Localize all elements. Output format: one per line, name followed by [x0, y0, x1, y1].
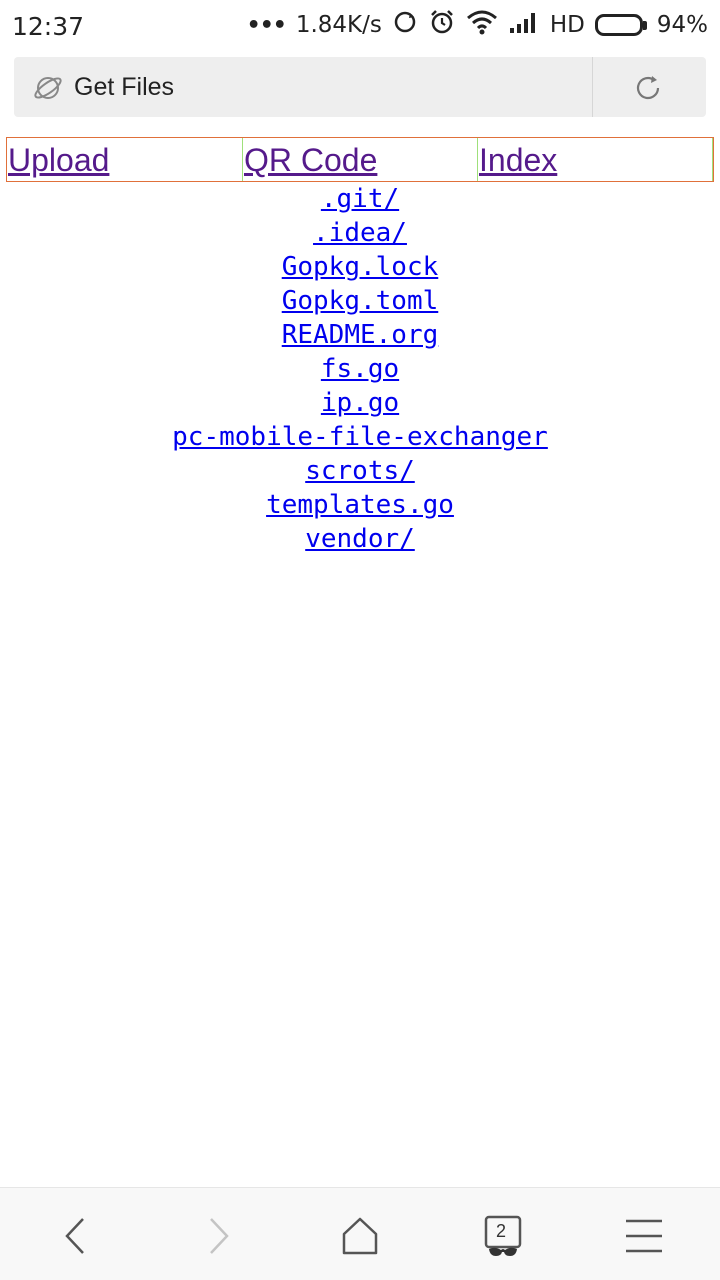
sync-icon: [392, 9, 418, 41]
file-link[interactable]: vendor/: [305, 522, 415, 556]
globe-icon: [34, 74, 62, 102]
divider: [592, 57, 593, 117]
nav-cell-qr-code: QR Code: [242, 138, 477, 181]
battery-percent: 94%: [656, 12, 708, 38]
file-link[interactable]: pc-mobile-file-exchanger: [172, 420, 548, 454]
home-icon[interactable]: [336, 1212, 384, 1260]
file-link[interactable]: templates.go: [266, 488, 454, 522]
wifi-icon: [466, 9, 498, 41]
file-link[interactable]: .git/: [321, 182, 399, 216]
nav-table: Upload QR Code Index: [6, 137, 714, 182]
file-link[interactable]: .idea/: [313, 216, 407, 250]
forward-icon[interactable]: [194, 1212, 242, 1260]
back-icon[interactable]: [52, 1212, 100, 1260]
network-speed: 1.84K/s: [295, 12, 382, 38]
network-type: HD: [549, 12, 585, 38]
signal-icon: [508, 10, 540, 40]
tab-count: 2: [495, 1221, 506, 1241]
file-list: .git/ .idea/ Gopkg.lock Gopkg.toml READM…: [0, 182, 720, 556]
upload-link[interactable]: Upload: [8, 142, 109, 178]
index-link[interactable]: Index: [479, 142, 557, 178]
status-icons: ••• 1.84K/s HD 94%: [247, 10, 708, 40]
file-link[interactable]: fs.go: [321, 352, 399, 386]
tabs-icon[interactable]: 2: [479, 1212, 527, 1260]
alarm-icon: [428, 8, 456, 42]
status-time: 12:37: [12, 12, 85, 41]
nav-cell-index: Index: [477, 138, 713, 181]
file-link[interactable]: Gopkg.toml: [282, 284, 439, 318]
nav-cell-upload: Upload: [7, 138, 242, 181]
file-link[interactable]: ip.go: [321, 386, 399, 420]
status-bar: 12:37 ••• 1.84K/s HD 94%: [0, 0, 720, 52]
reload-icon[interactable]: [633, 73, 663, 103]
battery-icon: [594, 14, 647, 36]
menu-icon[interactable]: [620, 1212, 668, 1260]
file-link[interactable]: README.org: [282, 318, 439, 352]
bottom-toolbar: 2: [0, 1187, 720, 1280]
file-link[interactable]: Gopkg.lock: [282, 250, 439, 284]
address-bar[interactable]: Get Files: [14, 57, 706, 117]
more-notifications-icon: •••: [246, 12, 287, 38]
file-link[interactable]: scrots/: [305, 454, 415, 488]
qr-code-link[interactable]: QR Code: [244, 142, 377, 178]
page-title[interactable]: Get Files: [74, 73, 174, 102]
